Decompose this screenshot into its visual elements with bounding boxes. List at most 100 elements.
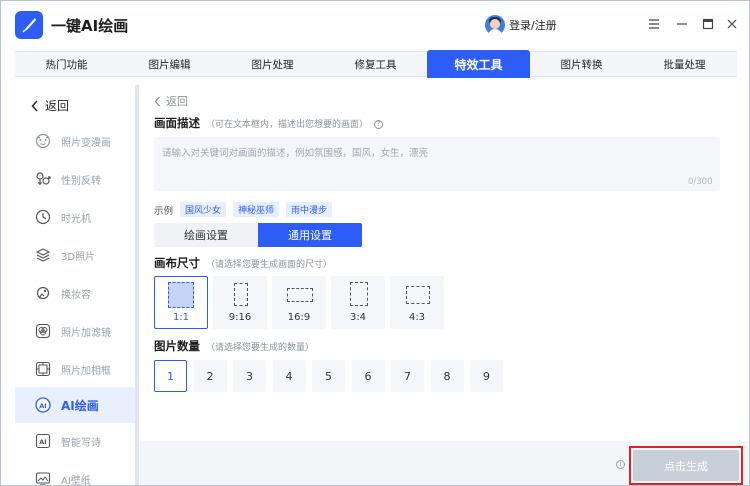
help-icon[interactable]: ? bbox=[374, 120, 384, 129]
description-input[interactable] bbox=[154, 137, 720, 191]
login-link[interactable]: 登录/注册 bbox=[485, 15, 557, 35]
canvas-size-section-title: 画布尺寸 （请选择您要生成画面的尺寸） bbox=[154, 255, 332, 271]
ratio-option-9-16[interactable]: 9:16 bbox=[213, 276, 267, 329]
ratio-label: 1:1 bbox=[172, 312, 190, 323]
tab-image-process[interactable]: 图片处理 bbox=[221, 52, 324, 76]
sidebar-back-button[interactable]: 返回 bbox=[31, 97, 69, 114]
sidebar-scrollbar[interactable] bbox=[135, 85, 139, 485]
examples-row: 示例 国风少女 神秘巫师 雨中漫步 bbox=[154, 202, 333, 217]
image-count-options: 1 2 3 4 5 6 7 8 9 bbox=[154, 360, 510, 392]
sidebar: 返回 照片变漫画 性别反转 时光机 3D照片 换妆容 照片加滤镜 照片加相框 A… bbox=[15, 85, 139, 486]
example-chip[interactable]: 国风少女 bbox=[180, 202, 227, 217]
tab-repair-tools[interactable]: 修复工具 bbox=[324, 52, 427, 76]
count-option[interactable]: 3 bbox=[233, 360, 266, 392]
count-option[interactable]: 6 bbox=[351, 360, 385, 392]
sidebar-item-filter[interactable]: 照片加滤镜 bbox=[15, 314, 137, 348]
sidebar-item-label: AI壁纸 bbox=[61, 475, 91, 486]
menu-icon[interactable] bbox=[647, 17, 661, 31]
ratio-label: 3:4 bbox=[349, 312, 367, 323]
time-machine-icon bbox=[35, 209, 51, 225]
tab-general-settings[interactable]: 通用设置 bbox=[258, 223, 362, 247]
info-icon[interactable]: i bbox=[616, 460, 625, 469]
ratio-label: 9:16 bbox=[228, 312, 252, 323]
tab-painting-settings[interactable]: 绘画设置 bbox=[154, 223, 258, 247]
sidebar-item-ai-poem[interactable]: AI 智能写诗 bbox=[15, 424, 137, 458]
app-logo-icon bbox=[15, 11, 43, 39]
sidebar-item-label: 时光机 bbox=[61, 213, 91, 225]
sidebar-item-makeup[interactable]: 换妆容 bbox=[15, 276, 137, 310]
svg-text:AI: AI bbox=[39, 438, 46, 446]
sidebar-item-cartoon[interactable]: 照片变漫画 bbox=[15, 124, 137, 158]
tab-effect-tools[interactable]: 特效工具 bbox=[427, 50, 530, 78]
ratio-option-3-4[interactable]: 3:4 bbox=[331, 276, 385, 329]
sidebar-item-label: 换妆容 bbox=[61, 289, 91, 301]
gender-icon bbox=[36, 172, 51, 185]
ratio-option-4-3[interactable]: 4:3 bbox=[390, 276, 444, 329]
count-option[interactable]: 8 bbox=[430, 360, 464, 392]
tab-hot-features[interactable]: 热门功能 bbox=[15, 52, 118, 76]
sidebar-item-3d-photo[interactable]: 3D照片 bbox=[15, 238, 137, 272]
photo-frame-icon bbox=[35, 361, 51, 377]
title-bar: 一键AI绘画 登录/注册 bbox=[1, 1, 749, 49]
count-option[interactable]: 4 bbox=[272, 360, 306, 392]
sidebar-item-photo-frame[interactable]: 照片加相框 bbox=[15, 352, 137, 386]
main-back-label: 返回 bbox=[166, 95, 188, 108]
ratio-option-16-9[interactable]: 16:9 bbox=[272, 276, 326, 329]
count-option[interactable]: 2 bbox=[193, 360, 227, 392]
generate-button[interactable]: 点击生成 bbox=[633, 450, 739, 481]
canvas-size-options: 1:1 9:16 16:9 3:4 4:3 bbox=[154, 276, 449, 329]
count-option[interactable]: 5 bbox=[312, 360, 345, 392]
tab-batch-process[interactable]: 批量处理 bbox=[633, 52, 736, 76]
sidebar-item-ai-paint[interactable]: AI AI绘画 bbox=[15, 387, 137, 423]
cartoon-face-icon bbox=[35, 133, 51, 149]
close-icon[interactable] bbox=[725, 17, 739, 31]
minimize-icon[interactable] bbox=[675, 17, 689, 31]
sidebar-back-label: 返回 bbox=[45, 99, 70, 113]
count-option[interactable]: 9 bbox=[470, 360, 503, 392]
sidebar-item-label: 智能写诗 bbox=[61, 437, 101, 449]
top-tabs: 热门功能 图片编辑 图片处理 修复工具 特效工具 图片转换 批量处理 bbox=[15, 50, 737, 78]
sidebar-item-ai-wallpaper[interactable]: AI壁纸 bbox=[15, 462, 137, 486]
sidebar-item-label: 照片加相框 bbox=[61, 365, 111, 377]
sidebar-item-time-machine[interactable]: 时光机 bbox=[15, 200, 137, 234]
wallpaper-icon bbox=[35, 472, 51, 485]
count-option[interactable]: 1 bbox=[154, 360, 187, 392]
app-window: 一键AI绘画 登录/注册 热门功能 图片编辑 图片处理 修复工具 特效工具 图片… bbox=[0, 0, 750, 486]
chevron-left-icon bbox=[31, 100, 38, 111]
ratio-option-1-1[interactable]: 1:1 bbox=[154, 276, 208, 329]
description-title: 画面描述 bbox=[154, 116, 200, 130]
layers-3d-icon bbox=[35, 248, 51, 262]
char-counter: 0/300 bbox=[688, 177, 713, 187]
ratio-label: 16:9 bbox=[287, 312, 311, 323]
main-back-button[interactable]: 返回 bbox=[154, 93, 188, 109]
image-count-section-title: 图片数量 （请选择您要生成的数量） bbox=[154, 338, 314, 354]
sidebar-item-label: 性别反转 bbox=[61, 175, 101, 187]
canvas-size-hint: （请选择您要生成画面的尺寸） bbox=[206, 260, 333, 270]
canvas-size-title: 画布尺寸 bbox=[154, 256, 200, 270]
description-section-title: 画面描述 （可在文本框内，描述出您想要的画面）? bbox=[154, 115, 384, 131]
sidebar-item-label: 3D照片 bbox=[61, 251, 96, 263]
sidebar-item-gender-swap[interactable]: 性别反转 bbox=[15, 162, 137, 196]
makeup-icon bbox=[36, 286, 50, 300]
login-label: 登录/注册 bbox=[509, 19, 557, 32]
sidebar-item-label: AI绘画 bbox=[61, 398, 99, 413]
filter-icon bbox=[35, 323, 51, 339]
example-chip[interactable]: 雨中漫步 bbox=[286, 202, 333, 217]
count-option[interactable]: 7 bbox=[391, 360, 424, 392]
sidebar-item-label: 照片加滤镜 bbox=[61, 327, 111, 339]
image-count-title: 图片数量 bbox=[154, 339, 200, 353]
svg-text:AI: AI bbox=[39, 402, 46, 410]
description-hint: （可在文本框内，描述出您想要的画面） bbox=[206, 120, 369, 130]
image-count-hint: （请选择您要生成的数量） bbox=[206, 343, 315, 353]
bottom-bar: i 点击生成 bbox=[140, 441, 749, 485]
tab-image-edit[interactable]: 图片编辑 bbox=[118, 52, 221, 76]
ai-poem-icon: AI bbox=[35, 433, 51, 449]
main-panel: 返回 画面描述 （可在文本框内，描述出您想要的画面）? 0/300 示例 国风少女… bbox=[140, 85, 749, 441]
app-title: 一键AI绘画 bbox=[51, 17, 129, 35]
maximize-icon[interactable] bbox=[701, 17, 715, 31]
examples-label: 示例 bbox=[154, 205, 174, 217]
tab-image-convert[interactable]: 图片转换 bbox=[530, 52, 633, 76]
chevron-left-icon bbox=[154, 96, 160, 106]
example-chip[interactable]: 神秘巫师 bbox=[233, 202, 280, 217]
settings-tabs: 绘画设置 通用设置 bbox=[154, 223, 362, 247]
